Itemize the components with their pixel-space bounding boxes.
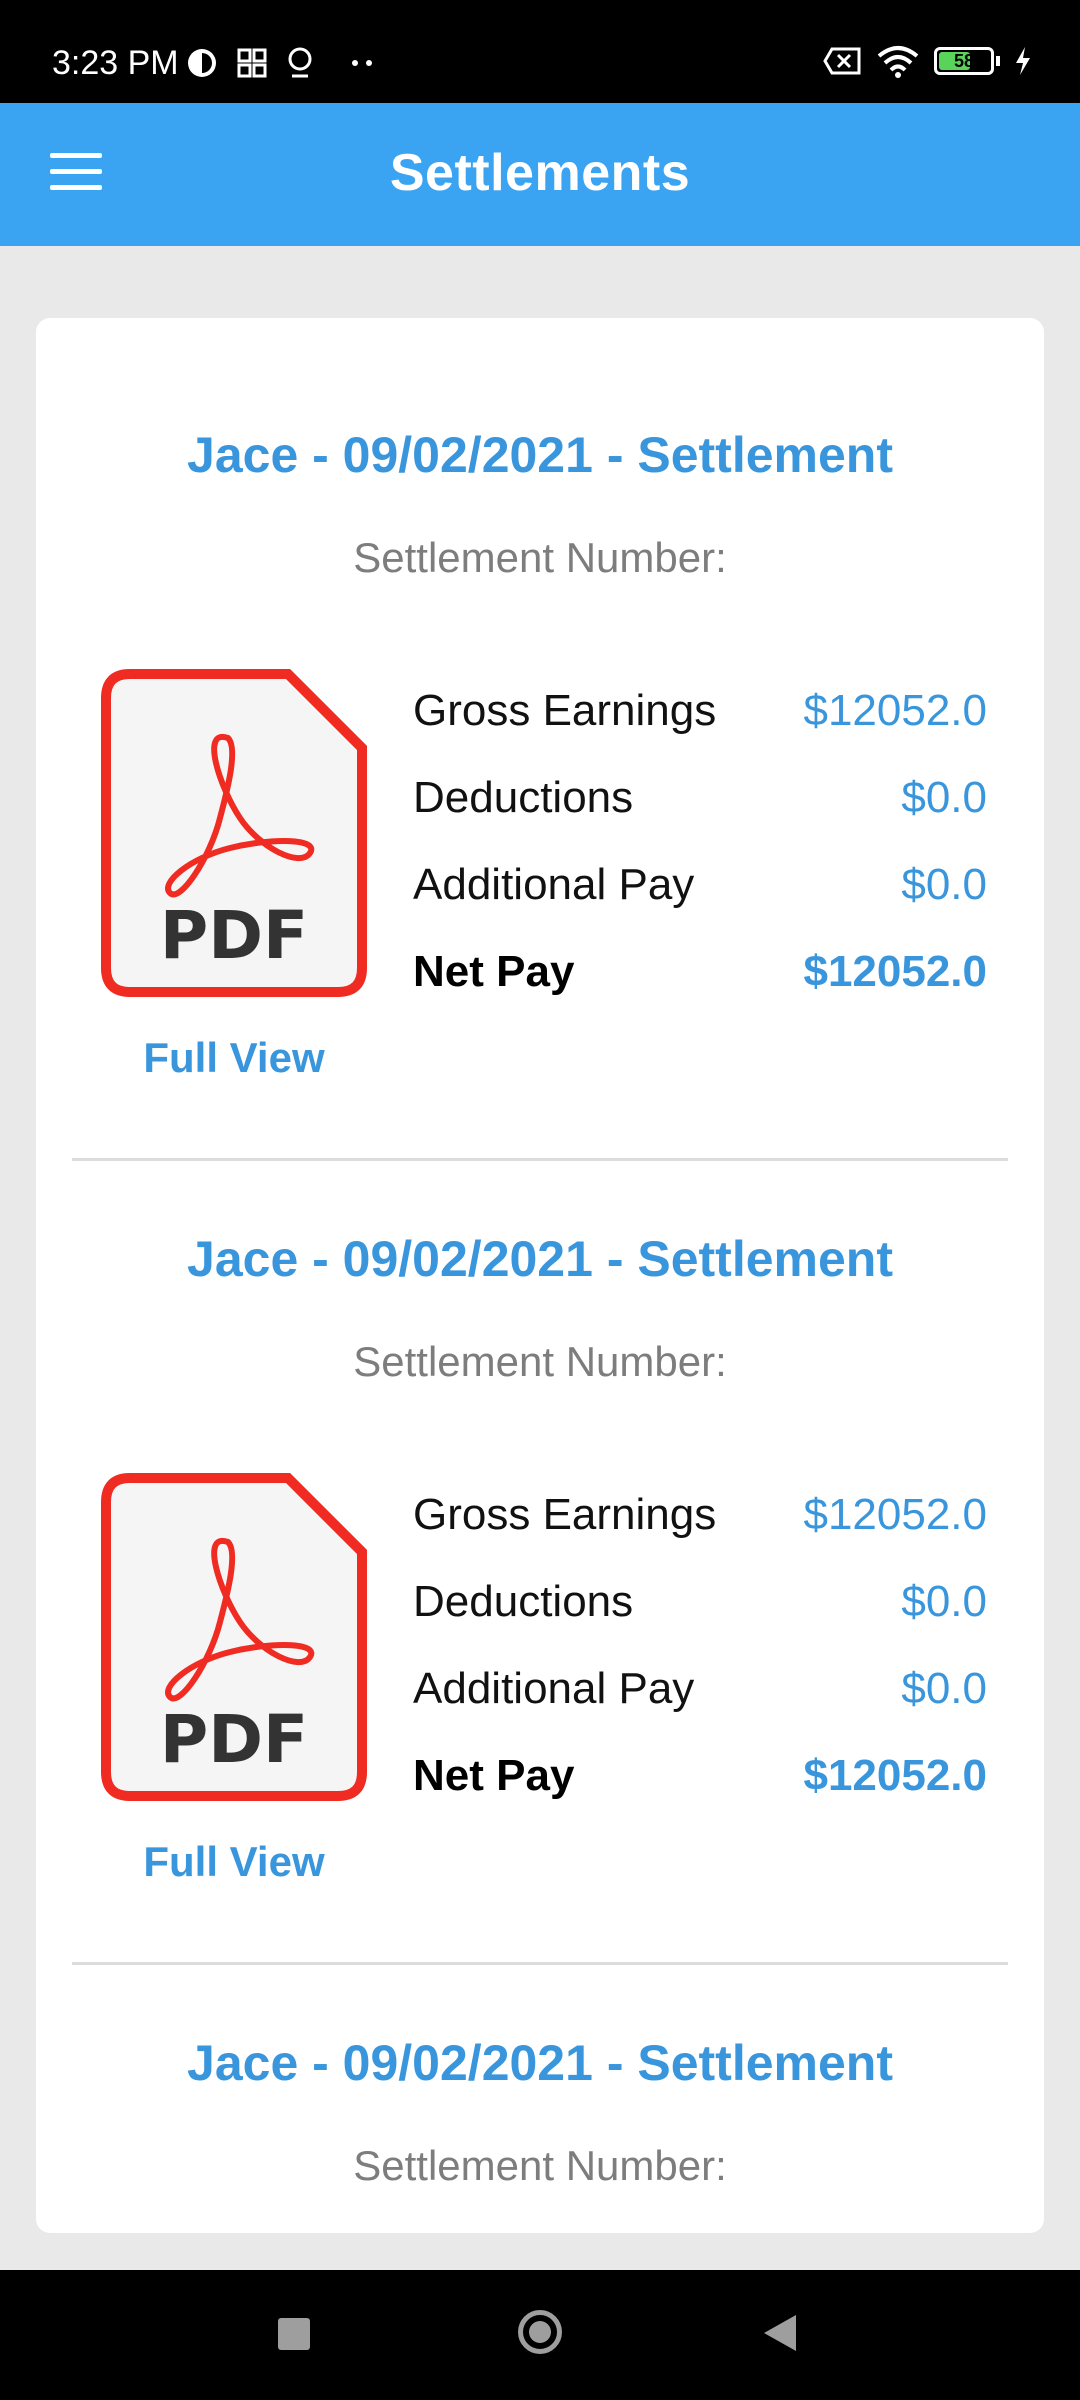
deductions-label: Deductions bbox=[413, 1577, 634, 1626]
net-pay-label: Net Pay bbox=[413, 947, 575, 996]
divider bbox=[72, 1158, 1008, 1161]
net-pay-value: $12052.0 bbox=[803, 947, 987, 996]
more-dots-icon bbox=[352, 60, 372, 66]
additional-pay-value: $0.0 bbox=[901, 1664, 987, 1713]
charging-icon bbox=[1016, 47, 1030, 75]
net-pay-row: Net Pay $12052.0 bbox=[413, 1733, 987, 1820]
recents-square-icon[interactable] bbox=[278, 2318, 310, 2350]
status-time: 3:23 PM bbox=[52, 44, 179, 82]
pdf-icon-label: PDF bbox=[160, 897, 308, 974]
pdf-file-icon[interactable]: PDF bbox=[100, 1472, 368, 1802]
settlement-summary: Gross Earnings $12052.0 Deductions $0.0 … bbox=[413, 1472, 987, 1820]
deductions-row: Deductions $0.0 bbox=[413, 1559, 987, 1646]
gross-earnings-row: Gross Earnings $12052.0 bbox=[413, 1472, 987, 1559]
deductions-value: $0.0 bbox=[901, 773, 987, 822]
wifi-icon bbox=[877, 46, 919, 78]
deductions-label: Deductions bbox=[413, 773, 634, 822]
additional-pay-row: Additional Pay $0.0 bbox=[413, 842, 987, 929]
pdf-file-icon[interactable]: PDF bbox=[100, 668, 368, 998]
app-notification-icon bbox=[188, 49, 216, 77]
deductions-row: Deductions $0.0 bbox=[413, 755, 987, 842]
location-icon bbox=[288, 47, 312, 78]
home-circle-icon[interactable] bbox=[518, 2310, 562, 2354]
gross-earnings-row: Gross Earnings $12052.0 bbox=[413, 668, 987, 755]
settlement-title: Jace - 09/02/2021 - Settlement bbox=[187, 2035, 893, 2091]
battery-level: 58 bbox=[953, 51, 975, 71]
settlement-title: Jace - 09/02/2021 - Settlement bbox=[187, 427, 893, 483]
gross-earnings-value: $12052.0 bbox=[803, 686, 987, 735]
net-pay-value: $12052.0 bbox=[803, 1751, 987, 1800]
gross-earnings-label: Gross Earnings bbox=[413, 686, 717, 735]
gross-earnings-label: Gross Earnings bbox=[413, 1490, 717, 1539]
battery-cap bbox=[996, 56, 1000, 66]
additional-pay-row: Additional Pay $0.0 bbox=[413, 1646, 987, 1733]
divider bbox=[72, 1962, 1008, 1965]
status-right-icons: 58 bbox=[822, 44, 1032, 78]
additional-pay-label: Additional Pay bbox=[413, 1664, 695, 1713]
additional-pay-label: Additional Pay bbox=[413, 860, 695, 909]
page-title: Settlements bbox=[389, 144, 691, 202]
gross-earnings-value: $12052.0 bbox=[803, 1490, 987, 1539]
status-bar: 3:23 PM 58 bbox=[0, 0, 1080, 103]
settlement-number-label: Settlement Number: bbox=[353, 534, 727, 581]
back-triangle-icon[interactable] bbox=[764, 2315, 796, 2351]
settlement-number-label: Settlement Number: bbox=[353, 2142, 727, 2189]
deductions-value: $0.0 bbox=[901, 1577, 987, 1626]
battery-icon: 58 bbox=[934, 47, 994, 75]
settlement-number-label: Settlement Number: bbox=[353, 1338, 727, 1385]
sim-off-icon bbox=[823, 47, 861, 75]
pdf-icon-label: PDF bbox=[160, 1701, 308, 1778]
status-left-icons bbox=[186, 46, 378, 80]
net-pay-label: Net Pay bbox=[413, 1751, 575, 1800]
full-view-link[interactable]: Full View bbox=[100, 1034, 368, 1082]
app-bar: Settlements bbox=[0, 103, 1080, 246]
settlements-card: Jace - 09/02/2021 - Settlement Settlemen… bbox=[36, 318, 1044, 2233]
full-view-link[interactable]: Full View bbox=[100, 1838, 368, 1886]
settlement-title: Jace - 09/02/2021 - Settlement bbox=[187, 1231, 893, 1287]
grid-apps-icon bbox=[237, 48, 267, 78]
navigation-bar bbox=[0, 2270, 1080, 2400]
net-pay-row: Net Pay $12052.0 bbox=[413, 929, 987, 1016]
settlement-summary: Gross Earnings $12052.0 Deductions $0.0 … bbox=[413, 668, 987, 1016]
additional-pay-value: $0.0 bbox=[901, 860, 987, 909]
